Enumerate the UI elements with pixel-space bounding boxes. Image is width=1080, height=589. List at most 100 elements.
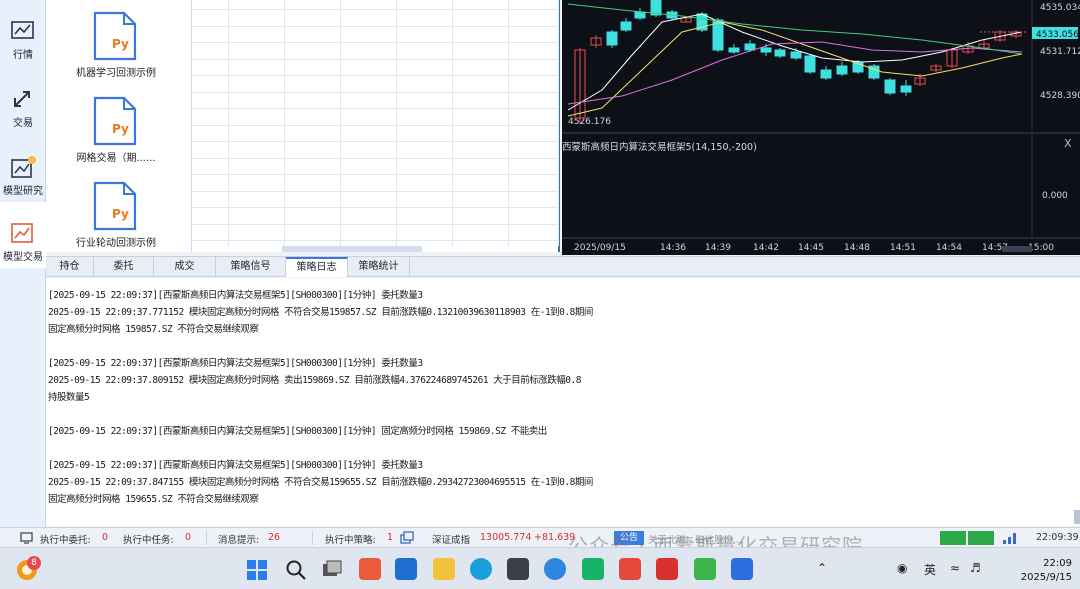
wechat-app-icon[interactable] bbox=[694, 558, 716, 580]
strategy-item[interactable]: Py 网格交易（期...... bbox=[46, 85, 186, 169]
grid-row-line bbox=[192, 91, 558, 93]
status-time: 22:09:39 bbox=[1036, 532, 1079, 543]
tab-positions[interactable]: 持仓 bbox=[46, 257, 94, 277]
wps-app-icon[interactable] bbox=[619, 558, 641, 580]
running-strategies-value: 1 bbox=[387, 532, 394, 543]
notification-badge: 8 bbox=[27, 556, 41, 570]
nav-item-model-research[interactable]: 模型研究 bbox=[0, 136, 46, 202]
tab-strategy-stats[interactable]: 策略统计 bbox=[348, 257, 410, 277]
mail-app-icon[interactable] bbox=[395, 558, 417, 580]
log-line: [2025-09-15 22:09:37][西蒙斯高频日内算法交易框架5][SH… bbox=[48, 426, 547, 437]
edge-browser-icon[interactable] bbox=[470, 558, 492, 580]
grid-col-line bbox=[228, 0, 229, 246]
strategy-name: 机器学习回测示例 bbox=[76, 68, 156, 79]
candle-body bbox=[774, 49, 786, 57]
time-tick: 2025/09/15 bbox=[574, 243, 626, 253]
search-icon[interactable] bbox=[285, 559, 307, 581]
strategy-name: 网格交易（期...... bbox=[76, 153, 156, 164]
candle-body bbox=[820, 69, 832, 79]
grid-col-line bbox=[508, 0, 509, 246]
tab-strategy-signal[interactable]: 策略信号 bbox=[216, 257, 286, 277]
candle-body bbox=[790, 51, 802, 59]
data-grid[interactable] bbox=[192, 0, 560, 252]
candle-body bbox=[634, 11, 646, 19]
chart-line-icon bbox=[11, 21, 34, 39]
time-tick: 14:39 bbox=[705, 243, 731, 253]
grid-row-line bbox=[192, 207, 558, 208]
nav-label: 模型研究 bbox=[3, 186, 43, 197]
signal-bars-icon bbox=[1003, 533, 1016, 544]
log-line: 持股数量5 bbox=[48, 392, 90, 403]
price-tick: 4535.034 bbox=[1040, 3, 1080, 13]
nav-label: 交易 bbox=[13, 118, 33, 129]
log-line: 2025-09-15 22:09:37.809152 模块固定高频分时网格 卖出… bbox=[48, 375, 581, 386]
status-divider bbox=[206, 531, 207, 545]
grid-row-line bbox=[192, 124, 558, 126]
grid-row-line bbox=[192, 75, 558, 76]
grid-row-line bbox=[192, 157, 558, 159]
grid-horizontal-scrollbar[interactable] bbox=[282, 246, 422, 252]
app-window: 行情 交易 模型研究 模型交易 Py 机器学习回测示例 Py 网格交易（期...… bbox=[0, 0, 1080, 589]
candle-body bbox=[728, 47, 740, 53]
strategy-item[interactable]: Py 机器学习回测示例 bbox=[46, 0, 186, 84]
model-research-icon bbox=[11, 156, 36, 178]
tab-fills[interactable]: 成交 bbox=[154, 257, 216, 277]
grid-col-line bbox=[284, 0, 285, 246]
grid-row-line bbox=[192, 9, 558, 10]
ime-indicator[interactable]: 英 bbox=[924, 561, 936, 578]
grid-col-line bbox=[452, 0, 453, 246]
tab-strategy-log[interactable]: 策略日志 bbox=[286, 257, 348, 277]
ma-line bbox=[567, 3, 1023, 55]
grid-col-line bbox=[558, 0, 559, 246]
running-tasks-label: 执行中任务: bbox=[123, 535, 174, 546]
last-price-label: 4533.056 bbox=[1036, 30, 1079, 40]
trade-arrows-icon bbox=[14, 91, 30, 107]
python-file-icon bbox=[93, 181, 137, 231]
log-line: [2025-09-15 22:09:37][西蒙斯高频日内算法交易框架5][SH… bbox=[48, 290, 423, 301]
nav-item-trade[interactable]: 交易 bbox=[0, 68, 46, 134]
app-icon[interactable] bbox=[507, 558, 529, 580]
py-label: Py bbox=[112, 122, 129, 136]
task-view-icon[interactable] bbox=[321, 559, 343, 581]
chat-app-icon[interactable] bbox=[582, 558, 604, 580]
windows-start-icon[interactable] bbox=[246, 559, 268, 581]
strategy-name: 行业轮动回测示例 bbox=[76, 238, 156, 249]
chart-scroll-handle bbox=[1002, 246, 1032, 252]
status-indicator bbox=[940, 531, 966, 545]
grid-row-line bbox=[192, 190, 558, 192]
indicator-zero-label: 0.000 bbox=[1042, 191, 1068, 201]
close-icon[interactable]: X bbox=[1064, 137, 1072, 150]
strategy-list: Py 机器学习回测示例 Py 网格交易（期...... Py 行业轮动回测示例 bbox=[46, 0, 238, 254]
python-file-icon bbox=[93, 11, 137, 61]
status-indicator bbox=[968, 531, 994, 545]
clock-time[interactable]: 22:09 bbox=[1012, 558, 1072, 569]
browser-app-icon[interactable] bbox=[544, 558, 566, 580]
store-app-icon[interactable] bbox=[359, 558, 381, 580]
strategy-log: [2025-09-15 22:09:37][西蒙斯高频日内算法交易框架5][SH… bbox=[46, 278, 1080, 526]
candle-body bbox=[836, 65, 848, 75]
kline-chart[interactable]: 4535.034 4533.056 4531.712 4528.390 4526.176… bbox=[562, 0, 1080, 255]
wifi-icon[interactable]: ≈ bbox=[950, 561, 960, 575]
office-app-icon[interactable] bbox=[656, 558, 678, 580]
strategy-item[interactable]: Py 行业轮动回测示例 bbox=[46, 170, 186, 254]
log-line: 2025-09-15 22:09:37.847155 模块固定高频分时网格 不符… bbox=[48, 477, 593, 488]
nav-item-quotes[interactable]: 行情 bbox=[0, 0, 46, 66]
windows-stack-icon[interactable] bbox=[400, 531, 414, 544]
volume-icon[interactable]: ♬ bbox=[970, 561, 981, 575]
folder-app-icon[interactable] bbox=[433, 558, 455, 580]
clock-date[interactable]: 2025/9/15 bbox=[1002, 572, 1072, 583]
candle-body bbox=[760, 47, 772, 53]
log-scrollbar[interactable] bbox=[1074, 510, 1080, 524]
nav-item-model-trade[interactable]: 模型交易 bbox=[0, 202, 46, 268]
candle-body bbox=[744, 43, 756, 51]
tab-orders[interactable]: 委托 bbox=[94, 257, 154, 277]
trading-app-icon[interactable] bbox=[731, 558, 753, 580]
tray-chevron-icon[interactable]: ⌃ bbox=[817, 561, 827, 575]
price-tick: 4531.712 bbox=[1040, 47, 1080, 57]
pending-orders-value: 0 bbox=[102, 532, 109, 543]
messages-value[interactable]: 26 bbox=[268, 532, 280, 543]
log-line: [2025-09-15 22:09:37][西蒙斯高频日内算法交易框架5][SH… bbox=[48, 358, 423, 369]
candle-body bbox=[804, 55, 816, 73]
grid-row-line bbox=[192, 240, 558, 241]
shield-icon[interactable]: ◉ bbox=[897, 561, 907, 575]
